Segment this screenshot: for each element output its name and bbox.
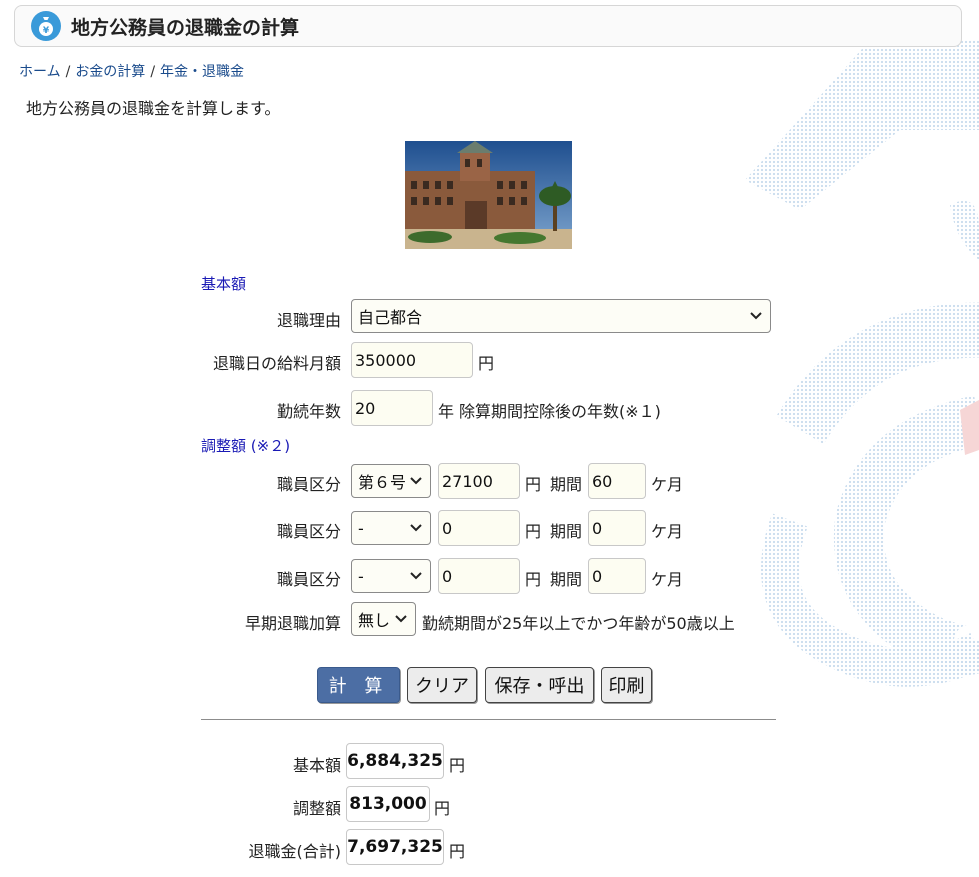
breadcrumb-pension-link[interactable]: 年金・退職金 [160,64,244,80]
years-unit: 年 [438,402,455,421]
retirement-reason-label: 退職理由 [276,311,341,330]
period-unit: ケ月 [651,475,684,494]
staff-category-select-3[interactable]: - [351,559,431,593]
amount-unit: 円 [525,522,542,541]
total-amount-label: 退職金(合計) [248,842,342,861]
period-unit: ケ月 [651,522,684,541]
chevron-down-icon [410,572,422,580]
basic-section-label: 基本額 [201,275,247,293]
service-years-input[interactable]: 20 [351,390,433,426]
staff-category-value: - [358,566,364,586]
save-load-button[interactable]: 保存・呼出 [485,667,594,703]
calculate-button[interactable]: 計 算 [317,667,400,703]
adjust-amount-input-3[interactable]: 0 [438,558,520,594]
basic-amount-result: 6,884,325 [346,743,444,779]
divider [201,719,776,720]
breadcrumb: ホーム / お金の計算 / 年金・退職金 [19,61,244,81]
svg-text:¥: ¥ [43,26,50,36]
staff-category-select-2[interactable]: - [351,511,431,545]
staff-category-label: 職員区分 [276,570,341,589]
breadcrumb-separator: / [150,64,156,80]
period-label: 期間 [550,522,583,541]
service-years-note: 除算期間控除後の年数(※１) [459,402,661,421]
total-amount-result: 7,697,325 [346,829,444,865]
staff-category-value: - [358,518,364,538]
early-retirement-label: 早期退職加算 [244,614,341,633]
retirement-reason-value: 自己都合 [358,308,423,327]
period-unit: ケ月 [651,570,684,589]
adjust-amount-label: 調整額 [292,799,341,818]
government-building-photo [405,141,572,249]
print-button[interactable]: 印刷 [601,667,652,703]
staff-category-select-1[interactable]: 第６号 [351,464,431,498]
adjust-amount-unit: 円 [434,799,451,818]
chevron-down-icon [410,477,422,485]
amount-unit: 円 [525,475,542,494]
clear-button[interactable]: クリア [407,667,477,703]
service-years-label: 勤続年数 [276,402,341,421]
chevron-down-icon [395,615,407,623]
chevron-down-icon [410,524,422,532]
background-decoration [745,40,979,687]
page-title: 地方公務員の退職金の計算 [71,16,300,39]
monthly-salary-input[interactable]: 350000 [351,342,473,378]
early-retirement-note: 勤続期間が25年以上でかつ年齢が50歳以上 [422,614,735,633]
chevron-down-icon [750,312,762,320]
adjust-amount-input-1[interactable]: 27100 [438,463,520,499]
adjust-period-input-3[interactable]: 0 [588,558,646,594]
period-label: 期間 [550,475,583,494]
money-bag-icon: ¥ [31,11,61,41]
adjust-period-input-1[interactable]: 60 [588,463,646,499]
staff-category-label: 職員区分 [276,522,341,541]
basic-amount-label: 基本額 [292,756,341,775]
breadcrumb-money-link[interactable]: お金の計算 [75,64,145,80]
amount-unit: 円 [525,570,542,589]
staff-category-value: 第６号 [358,473,407,492]
early-retirement-value: 無し [358,611,391,630]
total-amount-unit: 円 [449,842,466,861]
monthly-salary-label: 退職日の給料月額 [212,354,341,373]
breadcrumb-separator: / [65,64,71,80]
basic-amount-unit: 円 [449,756,466,775]
header-bar: ¥ 地方公務員の退職金の計算 [14,5,962,47]
retirement-reason-select[interactable]: 自己都合 [351,299,771,333]
staff-category-label: 職員区分 [276,475,341,494]
adjust-amount-input-2[interactable]: 0 [438,510,520,546]
early-retirement-select[interactable]: 無し [351,602,416,636]
period-label: 期間 [550,570,583,589]
breadcrumb-home-link[interactable]: ホーム [19,64,61,80]
intro-text: 地方公務員の退職金を計算します。 [26,99,281,118]
salary-unit: 円 [478,354,495,373]
adjust-section-label: 調整額 (※２) [201,437,291,455]
adjust-amount-result: 813,000 [346,786,430,822]
adjust-period-input-2[interactable]: 0 [588,510,646,546]
